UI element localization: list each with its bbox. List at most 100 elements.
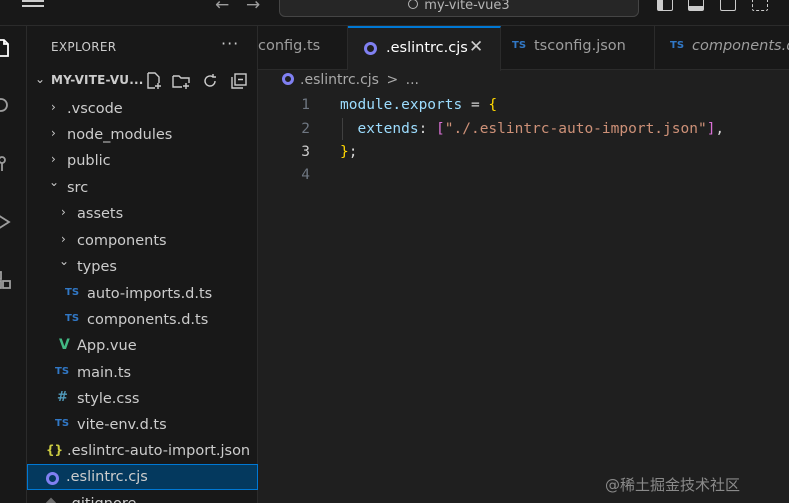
chevron-down-icon: ⌄: [49, 175, 60, 189]
tree-item-eslintrc-cjs[interactable]: .eslintrc.cjs: [27, 464, 258, 490]
eslint-file-icon: [364, 42, 377, 55]
breadcrumb: .eslintrc.cjs > ...: [282, 72, 419, 92]
tree-item-node-modules[interactable]: › node_modules: [27, 122, 258, 148]
menu-icon[interactable]: [22, 0, 44, 12]
chevron-down-icon: ⌄: [59, 254, 70, 268]
root-folder-name: MY-VITE-VU...: [51, 73, 144, 87]
chevron-down-icon: ⌄: [35, 72, 46, 86]
new-folder-icon[interactable]: [172, 72, 190, 90]
code-token: [: [436, 121, 445, 137]
typescript-file-icon: TS: [65, 287, 80, 298]
tree-item-label: src: [67, 180, 89, 196]
code-token: module.exports: [340, 97, 463, 113]
breadcrumb-file[interactable]: .eslintrc.cjs: [300, 72, 379, 88]
toggle-panel-icon[interactable]: [688, 0, 704, 11]
close-icon[interactable]: ✕: [469, 37, 483, 57]
back-arrow-icon[interactable]: ←: [215, 0, 229, 15]
breadcrumb-separator: >: [386, 72, 399, 88]
search-text: my-vite-vue3: [424, 0, 510, 13]
typescript-file-icon: TS: [65, 313, 80, 324]
toggle-sidebar-icon[interactable]: [657, 0, 673, 11]
tree-item-public[interactable]: › public: [27, 148, 258, 174]
tree-item-label: style.css: [77, 391, 140, 407]
explorer-icon[interactable]: [0, 38, 12, 58]
tree-item-label: .vscode: [67, 101, 123, 117]
tree-item-components-d-ts[interactable]: TS components.d.ts: [27, 307, 258, 333]
breadcrumb-rest[interactable]: ...: [406, 72, 419, 88]
run-debug-icon[interactable]: [0, 212, 12, 232]
code-line: };: [340, 144, 357, 160]
tree-item-label: assets: [77, 206, 124, 222]
tree-item-label: vite-env.d.ts: [77, 417, 167, 433]
tree-item-auto-imports[interactable]: TS auto-imports.d.ts: [27, 281, 258, 307]
source-control-icon[interactable]: [0, 154, 12, 174]
code-editor[interactable]: 1 2 3 4 module.exports = { extends: ["./…: [258, 92, 789, 503]
command-center-search[interactable]: my-vite-vue3: [279, 0, 639, 17]
typescript-file-icon: TS: [55, 366, 70, 377]
title-bar: ← → my-vite-vue3: [0, 0, 789, 26]
tab-label: components.d.ts: [692, 38, 789, 54]
line-number: 1: [301, 97, 310, 113]
new-file-icon[interactable]: [145, 72, 163, 90]
tree-item-app-vue[interactable]: V App.vue: [27, 333, 258, 359]
search-icon: [408, 0, 419, 9]
chevron-right-icon: ›: [51, 126, 56, 140]
chevron-right-icon: ›: [51, 100, 56, 114]
code-token: ,: [715, 121, 725, 137]
eslint-file-icon: [282, 73, 294, 85]
refresh-icon[interactable]: [201, 72, 219, 90]
code-token: ;: [348, 144, 358, 160]
tree-item-label: App.vue: [77, 338, 137, 354]
more-actions-icon[interactable]: ···: [221, 34, 239, 53]
tree-item-types[interactable]: ⌄ types: [27, 254, 258, 280]
tab-label: .eslintrc.cjs: [386, 40, 468, 56]
explorer-title: EXPLORER: [51, 40, 117, 54]
tab-config-ts[interactable]: config.ts: [258, 26, 348, 70]
tab-components-d-ts[interactable]: TS components.d.ts: [655, 26, 789, 70]
forward-arrow-icon[interactable]: →: [246, 0, 260, 15]
git-file-icon: ◆: [46, 495, 56, 503]
search-view-icon[interactable]: [0, 96, 12, 116]
root-folder-header[interactable]: ⌄ MY-VITE-VU...: [27, 70, 258, 92]
tree-item-main-ts[interactable]: TS main.ts: [27, 360, 258, 386]
explorer-sidebar: EXPLORER ··· ⌄ MY-VITE-VU... › .vscode ›…: [27, 26, 258, 503]
tab-label: tsconfig.json: [534, 38, 626, 54]
watermark: @稀土掘金技术社区: [605, 476, 741, 494]
css-file-icon: #: [57, 390, 68, 405]
vue-file-icon: V: [59, 337, 70, 353]
editor-tab-bar: config.ts .eslintrc.cjs ✕ TS tsconfig.js…: [258, 26, 789, 71]
code-token: "./.eslintrc-auto-import.json": [444, 121, 707, 137]
tree-item-label: node_modules: [67, 127, 173, 143]
typescript-file-icon: TS: [670, 40, 685, 51]
tab-tsconfig-json[interactable]: TS tsconfig.json: [501, 26, 655, 70]
customize-layout-icon[interactable]: [752, 0, 768, 11]
line-number: 3: [301, 144, 310, 160]
tree-item-style-css[interactable]: # style.css: [27, 386, 258, 412]
tree-item-eslintrc-auto-import[interactable]: {} .eslintrc-auto-import.json: [27, 438, 258, 464]
tree-item-components[interactable]: › components: [27, 228, 258, 254]
toggle-secondary-sidebar-icon[interactable]: [720, 0, 736, 11]
tree-item-assets[interactable]: › assets: [27, 201, 258, 227]
code-token: }: [340, 144, 349, 160]
extensions-icon[interactable]: [0, 270, 12, 290]
tree-item-vscode[interactable]: › .vscode: [27, 96, 258, 122]
tree-item-label: auto-imports.d.ts: [87, 286, 213, 302]
eslint-file-icon: [46, 472, 59, 485]
collapse-all-icon[interactable]: [230, 72, 248, 90]
tree-item-label: .eslintrc-auto-import.json: [67, 443, 251, 459]
chevron-right-icon: ›: [51, 152, 56, 166]
tree-item-vite-env[interactable]: TS vite-env.d.ts: [27, 412, 258, 438]
chevron-right-icon: ›: [61, 205, 66, 219]
typescript-file-icon: TS: [512, 40, 527, 51]
chevron-right-icon: ›: [61, 232, 66, 246]
tree-item-label: .gitignore: [67, 495, 136, 503]
code-line: module.exports = {: [340, 97, 497, 113]
tree-item-src[interactable]: ⌄ src: [27, 175, 258, 201]
tab-eslintrc-cjs[interactable]: .eslintrc.cjs ✕: [348, 26, 501, 71]
activity-bar: [0, 26, 27, 503]
code-token: :: [418, 121, 437, 137]
tree-item-label: .eslintrc.cjs: [66, 469, 148, 485]
code-token: extends: [340, 121, 419, 137]
tree-item-gitignore[interactable]: ◆ .gitignore: [27, 491, 258, 503]
tab-label: config.ts: [258, 38, 321, 54]
